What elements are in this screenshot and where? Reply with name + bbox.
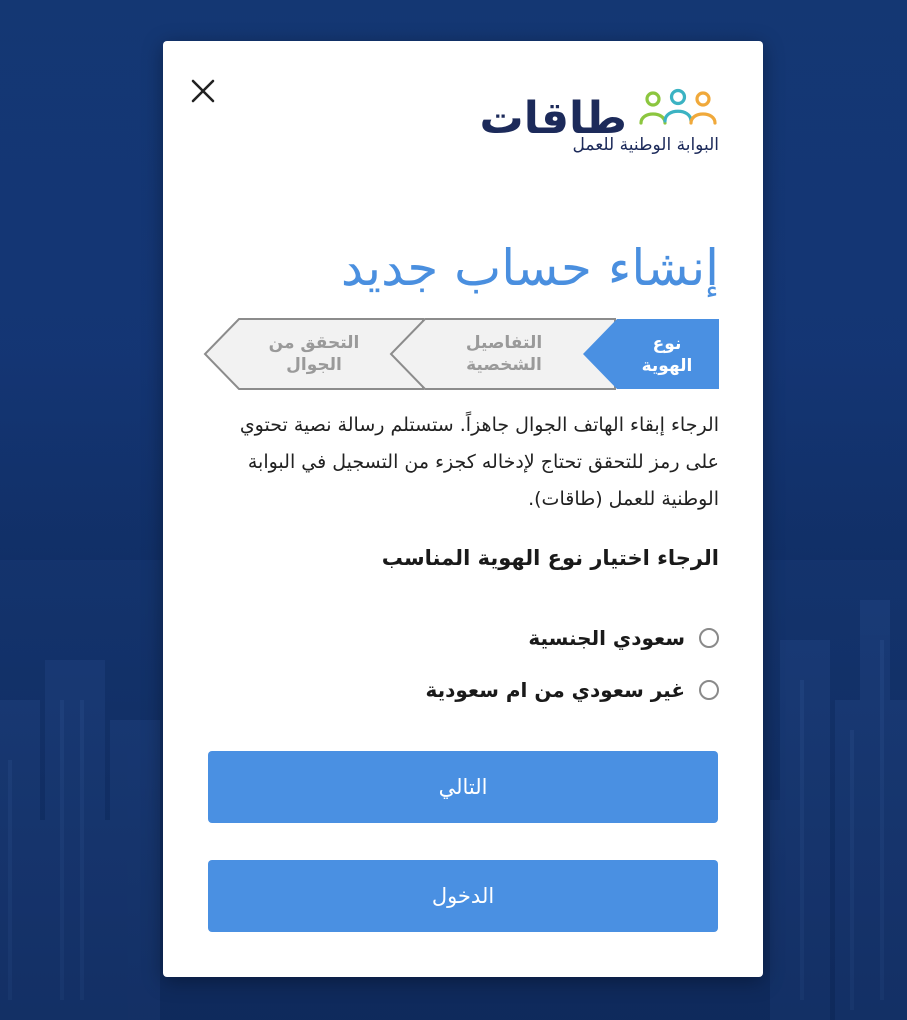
radio-button[interactable] [699,680,719,700]
close-icon [191,79,215,103]
page-title: إنشاء حساب جديد [340,239,719,297]
id-type-heading: الرجاء اختيار نوع الهوية المناسب [381,546,719,570]
radio-label: سعودي الجنسية [528,626,685,650]
registration-steps: التحقق من الجوال التفاصيل الشخصية نوع ال… [203,317,719,391]
radio-label: غير سعودي من ام سعودية [425,678,685,702]
next-button[interactable]: التالي [208,751,718,823]
logo-subtitle: البوابة الوطنية للعمل [572,135,719,155]
create-account-modal: طاقات البوابة الوطنية للعمل إنشاء حساب ج… [163,41,763,977]
three-people-icon [639,88,717,125]
sms-info-text: الرجاء إبقاء الهاتف الجوال جاهزاً. ستستل… [239,414,719,510]
step-personal-details: التفاصيل الشخصية [465,333,543,375]
taqat-logo: طاقات البوابة الوطنية للعمل [469,83,719,163]
step-mobile-verification: التحقق من الجوال [268,333,360,375]
radio-saudi-national[interactable]: سعودي الجنسية [528,623,719,653]
step-id-type: نوع الهوية [641,334,693,376]
radio-non-saudi-saudi-mother[interactable]: غير سعودي من ام سعودية [425,675,719,705]
radio-button[interactable] [699,628,719,648]
close-button[interactable] [187,75,219,107]
login-button[interactable]: الدخول [208,860,718,932]
